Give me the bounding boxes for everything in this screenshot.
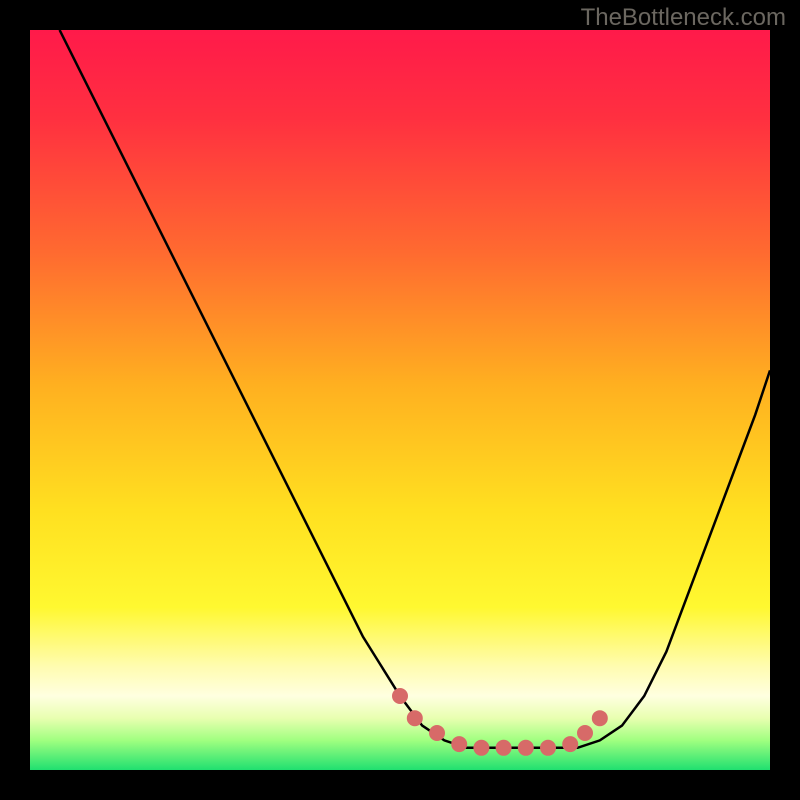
chart-svg xyxy=(30,30,770,770)
marker-point xyxy=(497,741,511,755)
marker-point xyxy=(593,711,607,725)
marker-point xyxy=(452,737,466,751)
marker-point xyxy=(563,737,577,751)
marker-point xyxy=(578,726,592,740)
marker-point xyxy=(474,741,488,755)
marker-point xyxy=(408,711,422,725)
marker-point xyxy=(519,741,533,755)
plot-area xyxy=(30,30,770,770)
marker-point xyxy=(430,726,444,740)
watermark-text: TheBottleneck.com xyxy=(581,4,786,32)
gradient-background xyxy=(30,30,770,770)
marker-point xyxy=(541,741,555,755)
chart-container: TheBottleneck.com xyxy=(0,0,800,800)
marker-point xyxy=(393,689,407,703)
